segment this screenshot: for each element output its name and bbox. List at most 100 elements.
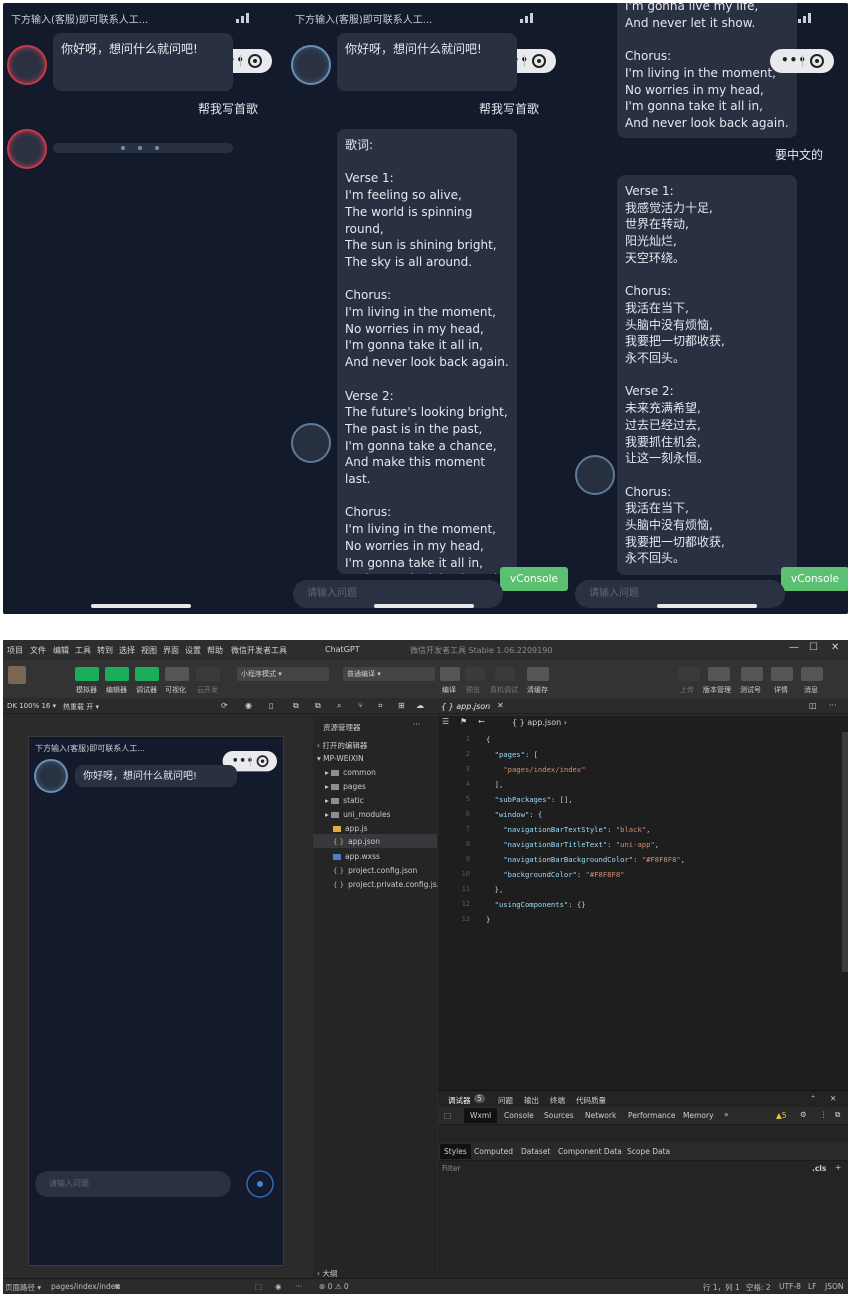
back-icon[interactable]: ← <box>478 717 485 726</box>
close-panel-icon[interactable]: ✕ <box>830 1094 836 1103</box>
explorer-section[interactable]: › 打开的编辑器 <box>317 740 367 751</box>
terminal-tab[interactable]: 终端 <box>550 1095 565 1106</box>
warning-count[interactable]: ▲5 <box>776 1111 787 1120</box>
visual-toggle[interactable] <box>165 667 189 681</box>
scope-data-tab[interactable]: Scope Data <box>627 1147 670 1156</box>
page-path-label[interactable]: 页面路径 ▾ <box>5 1282 41 1293</box>
kebab-icon[interactable]: ⋮ <box>820 1110 828 1119</box>
explorer-more-icon[interactable]: ··· <box>413 720 420 729</box>
tree-folder[interactable]: ▸ common <box>325 768 376 777</box>
debugger-toggle[interactable] <box>135 667 159 681</box>
filter-input[interactable]: Filter <box>442 1164 461 1173</box>
mode-select[interactable]: 小程序模式 ▾ <box>237 667 329 681</box>
stop-icon[interactable]: ◉ <box>245 701 252 710</box>
bookmark-icon[interactable]: ⚑ <box>460 717 467 726</box>
menu-item[interactable]: 编辑 <box>53 645 69 656</box>
debug-icon[interactable]: ⌗ <box>378 701 383 711</box>
cloud-icon[interactable]: ☁ <box>416 701 424 710</box>
git-icon[interactable]: ⑂ <box>358 701 363 710</box>
simulator-toggle[interactable] <box>75 667 99 681</box>
page-path[interactable]: pages/index/index <box>51 1282 120 1291</box>
encoding[interactable]: UTF-8 <box>779 1282 801 1291</box>
code-line[interactable]: "navigationBarBackgroundColor": "#F8F8F8… <box>486 852 685 867</box>
more-tabs-icon[interactable]: » <box>724 1110 729 1119</box>
editor-scrollbar[interactable] <box>842 732 848 972</box>
more-icon[interactable]: ··· <box>829 701 837 710</box>
explorer-section[interactable]: ▾ MP-WEIXIN <box>317 754 364 763</box>
tree-file-selected[interactable]: { } app.json <box>313 834 437 848</box>
styles-tab[interactable]: Styles <box>440 1144 471 1159</box>
editor-toggle[interactable] <box>105 667 129 681</box>
debugger-tab[interactable]: 调试器 <box>448 1095 471 1106</box>
code-editor[interactable]: ☰ ⚑ ← { } app.json › 1 2 3 4 5 6 7 8 9 10 11 12 13 {… <box>438 716 848 1096</box>
preview-icon[interactable] <box>465 667 485 681</box>
tree-file[interactable]: app.js <box>333 824 368 833</box>
hot-reload-select[interactable]: 热重载 开 ▾ <box>63 702 99 712</box>
memory-tab[interactable]: Memory <box>683 1111 714 1120</box>
version-icon[interactable] <box>708 667 730 681</box>
problems-count[interactable]: ⊗ 0 ⚠ 0 <box>319 1282 349 1291</box>
device-select[interactable]: DK 100% 16 ▾ <box>7 702 56 710</box>
test-account-icon[interactable] <box>741 667 763 681</box>
output-tab[interactable]: 输出 <box>524 1095 539 1106</box>
message-icon[interactable] <box>801 667 823 681</box>
code-line[interactable]: "navigationBarTitleText": "uni-app", <box>486 837 685 852</box>
network-tab[interactable]: Network <box>585 1111 616 1120</box>
phone-icon[interactable]: ▯ <box>269 701 273 710</box>
code-line[interactable]: "window": { <box>486 807 685 822</box>
assistant-orb-icon[interactable] <box>243 1167 277 1201</box>
code-line[interactable]: "usingComponents": {} <box>486 897 685 912</box>
compile-select[interactable]: 普通编译 ▾ <box>343 667 435 681</box>
extensions-icon[interactable]: ⊞ <box>398 701 405 710</box>
cursor-position[interactable]: 行 1，列 1 <box>703 1282 740 1293</box>
tree-file[interactable]: app.wxss <box>333 852 380 861</box>
code-line[interactable]: "pages/index/index" <box>486 762 685 777</box>
menu-item[interactable]: 界面 <box>163 645 179 656</box>
settings-gear-icon[interactable]: ⚙ <box>800 1110 807 1119</box>
code-quality-tab[interactable]: 代码质量 <box>576 1095 606 1106</box>
menu-item[interactable]: 帮助 <box>207 645 223 656</box>
dataset-tab[interactable]: Dataset <box>521 1147 550 1156</box>
sources-tab[interactable]: Sources <box>544 1111 574 1120</box>
dock-icon[interactable]: ⧉ <box>835 1110 840 1120</box>
tree-file[interactable]: { } project.private.config.js... <box>333 880 444 889</box>
component-data-tab[interactable]: Component Data <box>558 1147 622 1156</box>
code-line[interactable]: }, <box>486 882 685 897</box>
minimize-icon[interactable]: — <box>789 642 799 653</box>
code-line[interactable]: "backgroundColor": "#F8F8F8" <box>486 867 685 882</box>
add-rule-icon[interactable]: + <box>835 1163 841 1172</box>
menu-item[interactable]: 转到 <box>97 645 113 656</box>
code-line[interactable]: } <box>486 912 685 927</box>
language-mode[interactable]: JSON <box>825 1282 844 1291</box>
refresh-icon[interactable]: ⟳ <box>221 701 228 710</box>
preview-icon[interactable]: ⬚ <box>255 1282 262 1291</box>
menu-item[interactable]: 文件 <box>30 645 46 656</box>
menu-item[interactable]: 选择 <box>119 645 135 656</box>
list-icon[interactable]: ☰ <box>442 717 449 726</box>
eye-icon[interactable]: ◉ <box>275 1282 282 1291</box>
files-icon[interactable]: ⧉ <box>315 701 321 711</box>
menu-item[interactable]: 设置 <box>185 645 201 656</box>
code-line[interactable]: "navigationBarTextStyle": "black", <box>486 822 685 837</box>
indentation[interactable]: 空格: 2 <box>746 1282 771 1293</box>
cloud-toggle[interactable] <box>196 667 220 681</box>
tab-close-icon[interactable]: ✕ <box>497 701 504 710</box>
tree-folder[interactable]: ▸ uni_modules <box>325 810 391 819</box>
real-device-icon[interactable] <box>495 667 515 681</box>
editor-tab[interactable]: { } app.json <box>441 702 490 711</box>
computed-tab[interactable]: Computed <box>474 1147 513 1156</box>
capsule-menu-button[interactable]: ••• <box>770 49 834 73</box>
menu-item[interactable]: 工具 <box>75 645 91 656</box>
compile-icon[interactable] <box>440 667 460 681</box>
upload-icon[interactable] <box>678 667 700 681</box>
chat-input[interactable]: 请输入问题 <box>35 1171 231 1197</box>
console-tab[interactable]: Console <box>504 1111 534 1120</box>
code-line[interactable]: "pages": [ <box>486 747 685 762</box>
menu-item[interactable]: 微信开发者工具 <box>231 645 287 656</box>
code-line[interactable]: ], <box>486 777 685 792</box>
details-icon[interactable] <box>771 667 793 681</box>
maximize-icon[interactable]: ☐ <box>809 642 818 653</box>
code-line[interactable]: "subPackages": [], <box>486 792 685 807</box>
vconsole-button[interactable]: vConsole <box>500 567 568 591</box>
menu-item[interactable]: 视图 <box>141 645 157 656</box>
